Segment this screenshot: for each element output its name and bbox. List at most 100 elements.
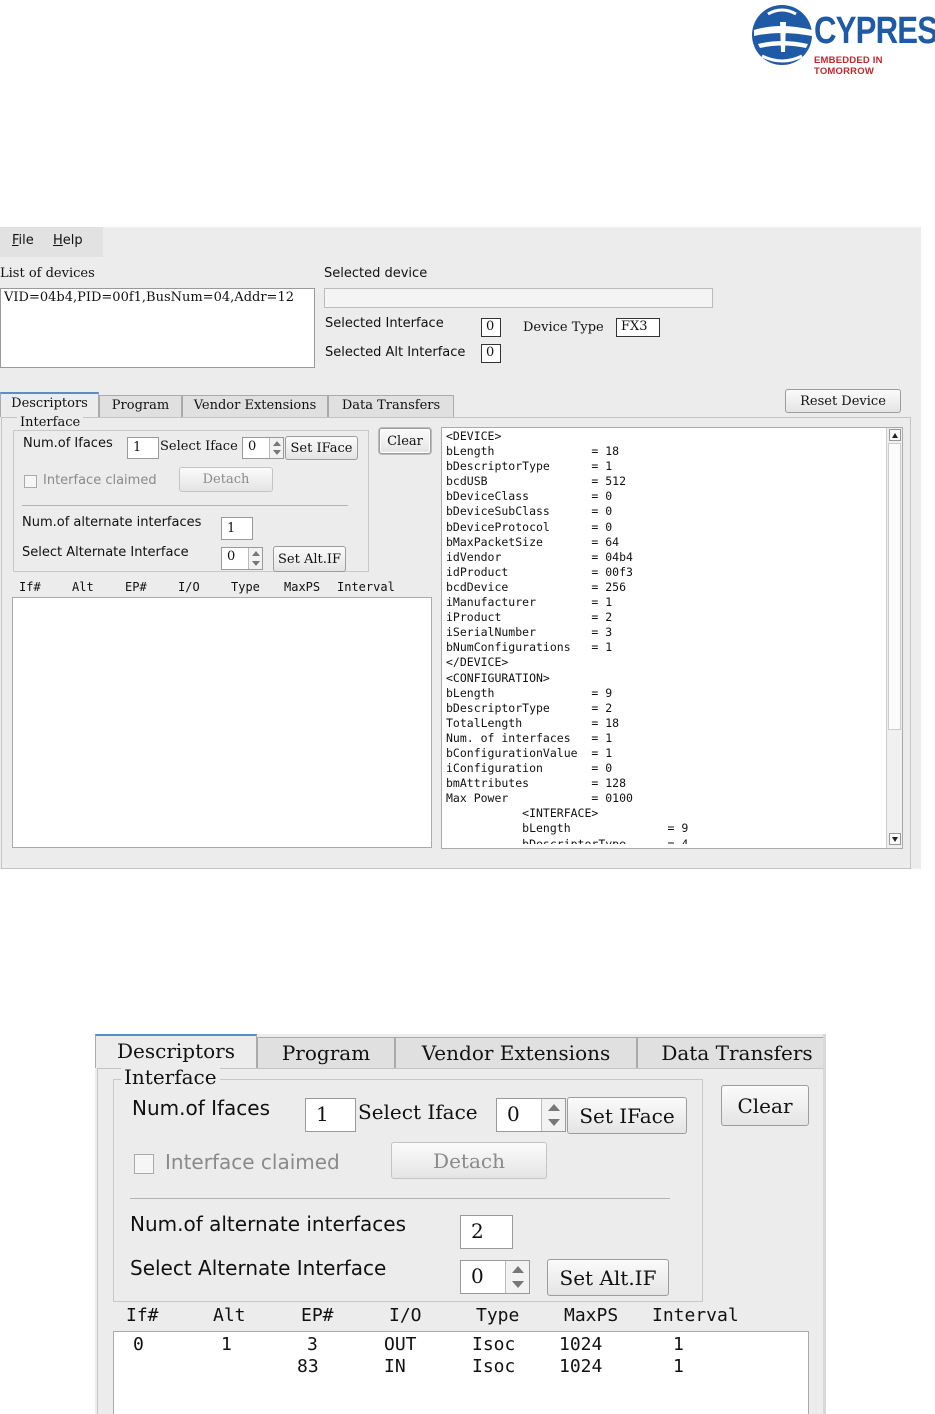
tab-descriptors[interactable]: Descriptors: [95, 1034, 257, 1068]
scroll-thumb[interactable]: [888, 443, 901, 730]
set-alt-if-button[interactable]: Set Alt.IF: [273, 546, 346, 572]
num-alt-interfaces-label: Num.of alternate interfaces: [130, 1212, 406, 1236]
device-list[interactable]: VID=04b4,PID=00f1,BusNum=04,Addr=12: [0, 288, 315, 368]
col-io: I/O: [178, 580, 200, 594]
descriptor-line: bConfigurationValue = 1: [446, 745, 613, 760]
descriptor-line: idVendor = 04b4: [446, 549, 633, 564]
endpoint-list[interactable]: 0 1 3 OUT Isoc 1024 1 83 IN Isoc 1024 1: [113, 1331, 809, 1414]
num-ifaces-field[interactable]: 1: [127, 437, 159, 459]
col-io: I/O: [389, 1305, 422, 1326]
set-iface-button[interactable]: Set IFace: [285, 436, 358, 460]
cell-interval: 1: [673, 1356, 684, 1377]
scroll-up-icon[interactable]: [889, 429, 901, 441]
col-if: If#: [126, 1305, 159, 1326]
device-list-item[interactable]: VID=04b4,PID=00f1,BusNum=04,Addr=12: [4, 290, 294, 305]
set-alt-if-button[interactable]: Set Alt.IF: [547, 1259, 669, 1296]
col-interval: Interval: [337, 580, 395, 594]
detach-button[interactable]: Detach: [179, 467, 273, 492]
descriptor-line: bDeviceClass = 0: [446, 489, 613, 504]
col-type: Type: [231, 580, 260, 594]
col-type: Type: [476, 1305, 520, 1326]
detach-button[interactable]: Detach: [391, 1142, 547, 1179]
tab-vendor-extensions[interactable]: Vendor Extensions: [395, 1037, 637, 1068]
descriptor-line: bDescriptorType = 1: [446, 459, 613, 474]
descriptors-tab-zoomed: Descriptors Program Vendor Extensions Da…: [95, 1034, 826, 1414]
select-iface-spinbox[interactable]: 0: [242, 437, 284, 459]
spin-arrows-icon[interactable]: [269, 438, 283, 458]
select-iface-label: Select Iface: [160, 439, 238, 454]
num-ifaces-field[interactable]: 1: [305, 1098, 356, 1132]
col-ep: EP#: [125, 580, 147, 594]
select-alt-spinbox[interactable]: 0: [460, 1260, 530, 1294]
cell-type: Isoc: [472, 1334, 516, 1355]
tab-vendor-extensions[interactable]: Vendor Extensions: [182, 395, 328, 417]
num-alt-interfaces-field[interactable]: 2: [460, 1215, 513, 1249]
descriptor-line: bcdDevice = 256: [446, 579, 627, 594]
descriptor-line: iConfiguration = 0: [446, 761, 613, 776]
descriptor-line: <DEVICE>: [446, 429, 502, 443]
select-iface-label: Select Iface: [358, 1100, 478, 1124]
select-alt-interface-label: Select Alternate Interface: [22, 545, 189, 560]
cell-io: OUT: [384, 1334, 417, 1355]
tab-data-transfers[interactable]: Data Transfers: [637, 1037, 826, 1068]
descriptor-line: iProduct = 2: [446, 610, 613, 625]
group-separator: [22, 505, 348, 506]
col-if: If#: [19, 580, 41, 594]
selected-device-field: [324, 288, 713, 308]
descriptor-scrollbar[interactable]: [886, 428, 902, 848]
selected-device-label: Selected device: [324, 266, 428, 281]
tab-descriptors[interactable]: Descriptors: [0, 392, 99, 417]
tab-data-transfers[interactable]: Data Transfers: [328, 395, 454, 417]
menu-bar: File Help: [0, 227, 103, 257]
cell-interval: 1: [673, 1334, 684, 1355]
menu-file[interactable]: File: [12, 233, 34, 248]
num-ifaces-label: Num.of Ifaces: [23, 436, 113, 451]
num-alt-interfaces-field[interactable]: 1: [221, 517, 253, 540]
cell-type: Isoc: [472, 1356, 516, 1377]
device-type-label: Device Type: [523, 320, 604, 335]
select-iface-spinbox[interactable]: 0: [496, 1098, 566, 1132]
descriptor-line: bLength = 9: [446, 685, 613, 700]
cell-if: 0: [133, 1334, 144, 1355]
window-edge: [823, 1034, 826, 1414]
descriptor-line: bmAttributes = 128: [446, 776, 627, 791]
num-ifaces-label: Num.of Ifaces: [132, 1096, 271, 1120]
tab-program[interactable]: Program: [257, 1037, 395, 1068]
interface-claimed-checkbox[interactable]: [24, 475, 37, 488]
descriptor-line: Max Power = 0100: [446, 791, 633, 806]
menu-help[interactable]: Help: [53, 233, 83, 248]
spin-arrows-icon[interactable]: [248, 548, 262, 569]
interface-group-title: Interface: [121, 1065, 220, 1089]
spin-arrows-icon[interactable]: [541, 1099, 565, 1131]
descriptor-line: bDeviceSubClass = 0: [446, 504, 613, 519]
reset-device-button[interactable]: Reset Device: [785, 389, 901, 413]
descriptor-line: Num. of interfaces = 1: [446, 730, 613, 745]
tab-program[interactable]: Program: [99, 395, 182, 417]
clear-button[interactable]: Clear: [721, 1085, 809, 1126]
descriptor-line: bLength = 18: [446, 444, 620, 459]
selected-interface-value: 0: [481, 318, 501, 337]
descriptor-line: <CONFIGURATION>: [446, 670, 550, 685]
interface-claimed-label: Interface claimed: [43, 473, 157, 488]
descriptor-line: bLength = 9: [446, 821, 689, 836]
select-alt-spinbox[interactable]: 0: [221, 547, 263, 570]
descriptor-line: bMaxPacketSize = 64: [446, 534, 620, 549]
table-row[interactable]: 0 1 3 OUT Isoc 1024 1: [133, 1334, 793, 1358]
interface-claimed-checkbox[interactable]: [134, 1154, 154, 1174]
logo-tagline: EMBEDDED IN TOMORROW: [814, 55, 883, 77]
clear-button[interactable]: Clear: [379, 428, 431, 454]
scroll-down-icon[interactable]: [889, 833, 901, 845]
selected-alt-interface-value: 0: [481, 344, 501, 363]
descriptor-line: TotalLength = 18: [446, 715, 620, 730]
descriptor-line: bDescriptorType = 2: [446, 700, 613, 715]
endpoint-list[interactable]: [12, 597, 432, 848]
selected-interface-label: Selected Interface: [325, 316, 444, 331]
col-alt: Alt: [72, 580, 94, 594]
logo-brand: CYPRESS: [814, 10, 935, 52]
select-alt-interface-label: Select Alternate Interface: [130, 1256, 387, 1280]
interface-claimed-label: Interface claimed: [165, 1150, 340, 1174]
descriptor-line: bDescriptorType = 4: [446, 836, 689, 844]
table-row[interactable]: 83 IN Isoc 1024 1: [133, 1356, 793, 1380]
set-iface-button[interactable]: Set IFace: [567, 1097, 687, 1134]
spin-arrows-icon[interactable]: [505, 1261, 529, 1293]
